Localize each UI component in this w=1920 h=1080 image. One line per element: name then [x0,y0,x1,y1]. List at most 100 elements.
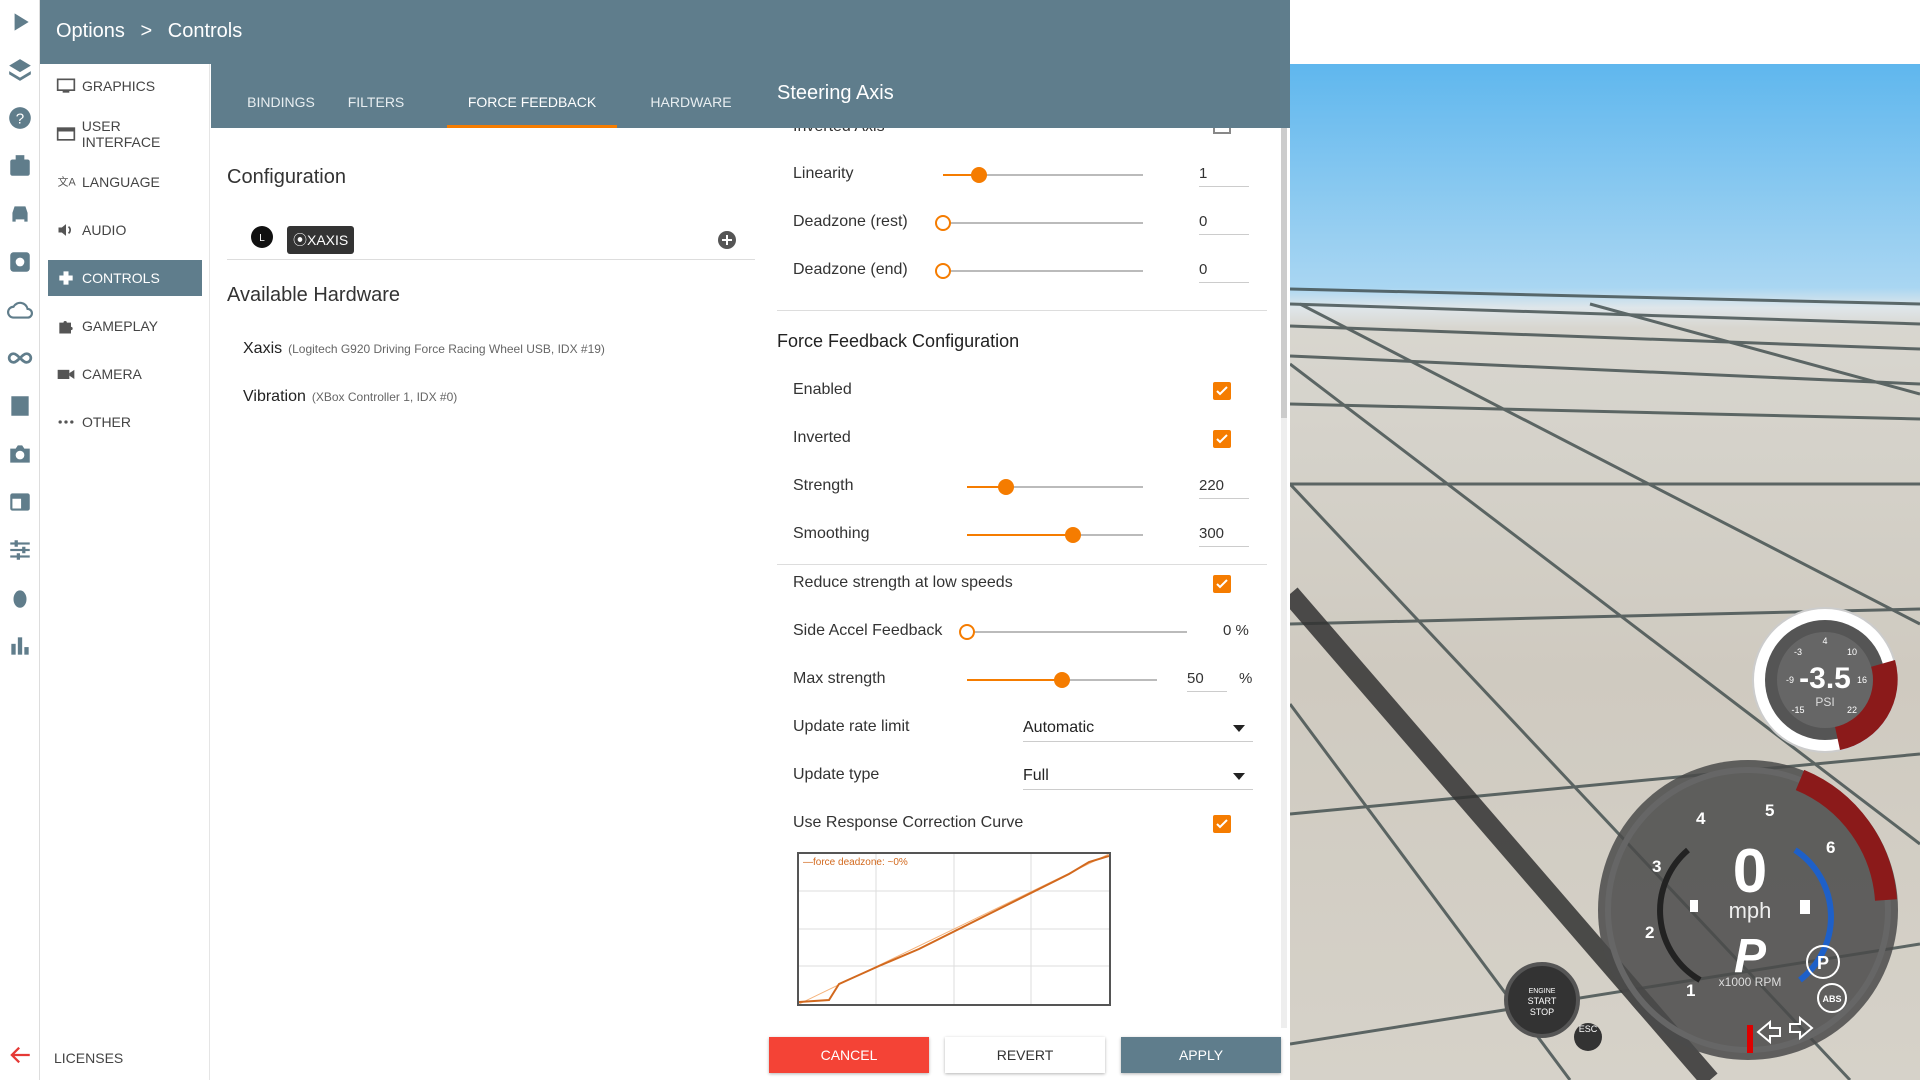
deadzone-end-slider[interactable] [935,263,1143,279]
response-curve-graph: —force deadzone: ~0% [797,852,1111,1006]
hardware-item[interactable]: Vibration (XBox Controller 1, IDX #0) [243,388,457,406]
linearity-slider[interactable] [943,167,1143,183]
breadcrumb-root[interactable]: Options [56,20,125,42]
top-header: Options > Controls [40,0,1290,64]
update-type-label: Update type [793,766,880,783]
available-hardware-title: Available Hardware [227,284,401,306]
side-accel-slider[interactable] [959,624,1187,640]
rpm-tick: 5 [1765,801,1774,820]
strength-label: Strength [793,477,854,494]
inverted-checkbox[interactable] [1213,430,1231,448]
tab-bindings[interactable]: BINDINGS [241,94,321,128]
parking-brake-icon: P [1817,953,1829,973]
tab-force-feedback[interactable]: FORCE FEEDBACK [447,94,617,128]
revert-button[interactable]: REVERT [945,1037,1105,1073]
slider-knob[interactable] [1064,527,1081,543]
slider-knob[interactable] [1054,672,1070,688]
smoothing-slider[interactable] [967,527,1143,543]
scrollbar[interactable] [1281,128,1287,1028]
licenses-link[interactable]: LICENSES [54,1050,123,1066]
back-arrow-icon[interactable] [0,1035,40,1075]
film-icon[interactable] [0,386,40,426]
divider [777,310,1267,311]
sliders-icon[interactable] [0,530,40,570]
response-curve-checkbox[interactable] [1213,815,1231,833]
esc-label: ESC [1579,1024,1598,1034]
hardware-item[interactable]: Xaxis (Logitech G920 Driving Force Racing… [243,340,605,358]
max-strength-label: Max strength [793,670,886,687]
divider [777,564,1267,565]
sidebar-item-user-interface[interactable]: USER INTERFACE [48,116,202,152]
slider-fill [967,679,1062,681]
linearity-value[interactable]: 1 [1199,165,1249,187]
car-icon[interactable] [0,194,40,234]
max-strength-slider[interactable] [967,672,1157,688]
sidebar-item-audio[interactable]: AUDIO [48,212,202,248]
slider-knob[interactable] [997,479,1014,495]
deadzone-rest-value[interactable]: 0 [1199,213,1249,235]
cancel-button[interactable]: CANCEL [769,1037,929,1073]
sidebar-item-label: CONTROLS [82,270,160,286]
side-accel-value[interactable]: 0 % [1223,622,1249,639]
sidebar-item-gameplay[interactable]: GAMEPLAY [48,308,202,344]
tab-hardware[interactable]: HARDWARE [641,94,741,128]
tab-filters[interactable]: FILTERS [341,94,411,128]
play-icon[interactable] [0,2,40,42]
side-accel-label: Side Accel Feedback [793,622,943,639]
enabled-checkbox[interactable] [1213,382,1231,400]
layers-icon[interactable] [0,50,40,90]
chevron-down-icon [1233,725,1245,732]
sidebar-item-camera[interactable]: CAMERA [48,356,202,392]
max-strength-value[interactable]: 50 [1187,670,1227,692]
strength-slider[interactable] [967,479,1143,495]
svg-text:?: ? [16,110,24,127]
breadcrumb: Options > Controls [56,20,252,43]
temperature-icon [1690,900,1698,912]
deadzone-end-value[interactable]: 0 [1199,261,1249,283]
inverted-axis-checkbox[interactable] [1213,128,1231,134]
hardware-name: Vibration [243,388,306,405]
reduce-strength-checkbox[interactable] [1213,575,1231,593]
scrollbar-thumb[interactable] [1281,128,1287,418]
more-icon [54,413,78,431]
video-icon[interactable] [0,146,40,186]
smoothing-value[interactable]: 300 [1199,525,1249,547]
deadzone-rest-slider[interactable] [935,215,1143,231]
bug-icon[interactable] [0,578,40,618]
camera-icon[interactable] [0,434,40,474]
slider-knob[interactable] [935,215,951,231]
browser-icon[interactable] [0,482,40,522]
sidebar-item-label: OTHER [82,414,131,430]
settings-icon[interactable] [0,242,40,282]
boost-tick: 4 [1822,636,1827,646]
device-row[interactable]: L ⦿XAXIS [227,216,757,260]
slider-knob[interactable] [935,263,951,279]
icon-rail: ? [0,0,40,1080]
device-chip[interactable]: ⦿XAXIS [287,226,355,254]
slider-knob[interactable] [971,167,987,183]
add-circle-icon[interactable] [717,230,737,250]
strength-value[interactable]: 220 [1199,477,1249,499]
sidebar-item-language[interactable]: 文A LANGUAGE [48,164,202,200]
steering-axis-panel: Steering Axis Inverted Axis Linearity 1 … [755,64,1290,1080]
boost-tick: 22 [1847,705,1857,715]
update-rate-select[interactable]: Automatic [1023,719,1253,742]
logitech-logo-icon: L [251,226,273,248]
reduce-strength-label: Reduce strength at low speeds [793,574,1013,591]
svg-text:STOP: STOP [1530,1007,1554,1017]
help-icon[interactable]: ? [0,98,40,138]
infinity-icon[interactable] [0,338,40,378]
slider-knob[interactable] [959,624,975,640]
bar-chart-icon[interactable] [0,626,40,666]
sidebar-item-label: GRAPHICS [82,78,156,94]
sidebar-item-other[interactable]: OTHER [48,404,202,440]
sidebar-item-graphics[interactable]: GRAPHICS [48,68,202,104]
sidebar-item-label: GAMEPLAY [82,318,158,334]
enabled-label: Enabled [793,381,852,398]
cloud-icon[interactable] [0,290,40,330]
sidebar-item-controls[interactable]: CONTROLS [48,260,202,296]
vehicle-hud: -3.5 PSI -3 4 10 16 22 -15 -9 0 mph P x1… [1504,607,1898,1060]
speedometer: 0 mph P x1000 RPM 1 2 3 4 5 6 P ABS [1598,760,1898,1060]
apply-button[interactable]: APPLY [1121,1037,1281,1073]
update-type-select[interactable]: Full [1023,767,1253,790]
